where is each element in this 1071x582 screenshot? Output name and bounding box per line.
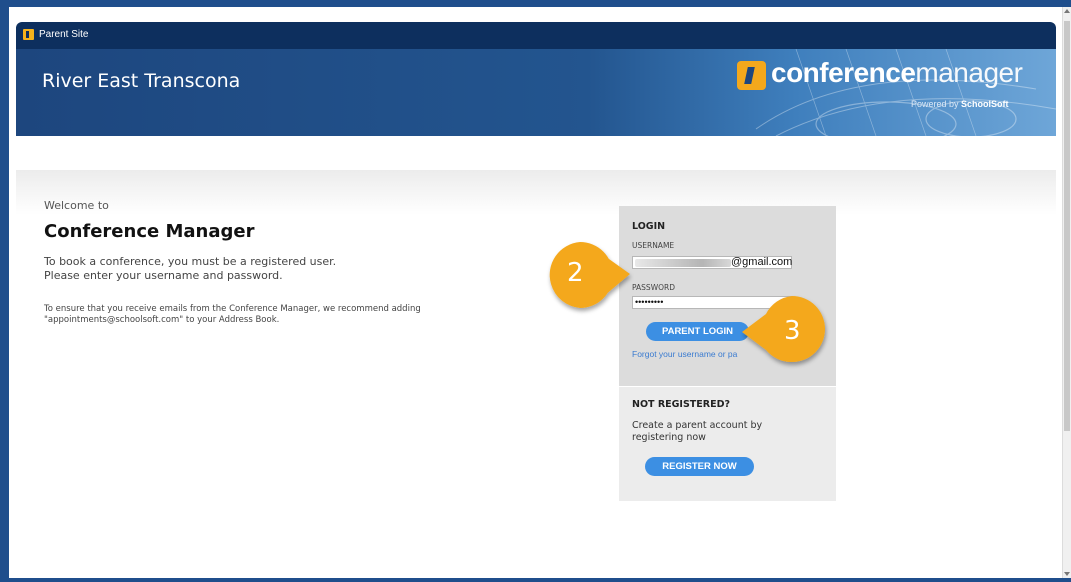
scroll-thumb[interactable] [1064,21,1070,431]
window-frame-left [0,0,9,582]
email-note: To ensure that you receive emails from t… [44,304,504,326]
powered-by: Powered by SchoolSoft [911,99,1009,109]
forgot-credentials-link[interactable]: Forgot your username or pa [632,349,737,359]
logo-bold-text: conference [771,57,916,88]
intro-line-1: To book a conference, you must be a regi… [44,255,337,268]
username-redacted [635,259,731,267]
window-frame-bottom [0,578,1071,582]
username-value: @gmail.com [731,256,793,268]
intro-line-2: Please enter your username and password. [44,269,283,282]
window-title: Parent Site [39,29,89,40]
scroll-down-arrow-icon[interactable] [1064,572,1070,576]
nav-strip [16,136,1056,170]
site-window: Parent Site River East Transcona confere… [16,22,1056,578]
register-panel: NOT REGISTERED? Create a parent account … [619,387,836,501]
conference-manager-logo-icon [737,61,766,90]
callout-2-number: 2 [567,258,584,288]
school-name: River East Transcona [42,70,241,92]
page-title: Conference Manager [44,221,255,242]
parent-login-button[interactable]: PARENT LOGIN [646,322,749,341]
header-banner: River East Transcona conferencemanager P… [16,49,1056,136]
site-logo-icon [23,29,34,40]
conference-manager-logo: conferencemanager [771,57,1023,89]
powered-brand: SchoolSoft [961,99,1009,109]
note-line-1: To ensure that you receive emails from t… [44,304,421,314]
powered-prefix: Powered by [911,99,959,109]
welcome-text: Welcome to [44,199,109,212]
register-text-line-2: registering now [632,432,706,443]
scroll-up-arrow-icon[interactable] [1064,9,1070,13]
register-text: Create a parent account by registering n… [632,420,802,444]
username-label: USERNAME [632,241,675,250]
logo-light-text: manager [915,57,1023,88]
window-frame-top [0,0,1071,7]
note-line-2: "appointments@schoolsoft.com" to your Ad… [44,315,280,325]
login-title: LOGIN [632,221,666,232]
callout-2-bubble [549,242,630,308]
password-label: PASSWORD [632,283,676,292]
username-input[interactable]: @gmail.com [632,256,792,269]
register-text-line-1: Create a parent account by [632,420,763,431]
callout-3-number: 3 [784,316,801,346]
register-title: NOT REGISTERED? [632,399,730,410]
site-titlebar: Parent Site [16,22,1056,49]
content-header-shade [16,170,1056,215]
vertical-scrollbar[interactable] [1062,7,1071,578]
register-now-button[interactable]: REGISTER NOW [645,457,754,476]
intro-text: To book a conference, you must be a regi… [44,255,464,283]
